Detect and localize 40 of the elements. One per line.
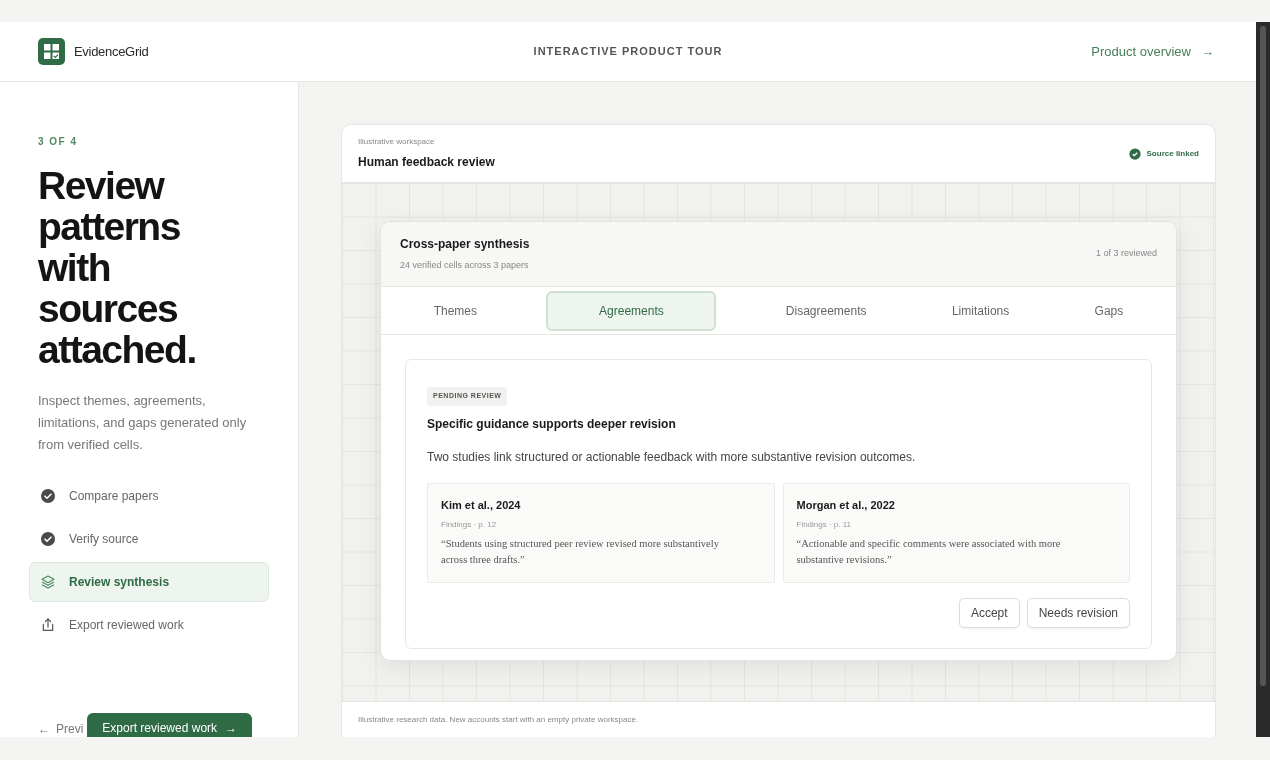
tour-step[interactable]: Review synthesis	[29, 562, 269, 602]
synthesis-tab[interactable]: Gaps	[1078, 290, 1140, 331]
synthesis-title: Cross-paper synthesis	[400, 236, 530, 254]
tour-step[interactable]: Export reviewed work	[29, 605, 269, 645]
step-counter: 3 OF 4	[38, 135, 79, 149]
source-location: Findings · p. 11	[796, 519, 853, 531]
export-button[interactable]: Export reviewed work →	[87, 713, 253, 737]
finding-title: Specific guidance supports deeper revision	[427, 415, 677, 433]
check-circle-icon	[40, 488, 56, 504]
source-citation: Morgan et al., 2022	[796, 497, 896, 513]
source-citation: Kim et al., 2024	[441, 497, 522, 513]
tour-step[interactable]: Compare papers	[29, 476, 269, 516]
workspace-caption: Illustrative workspace	[358, 136, 436, 148]
synthesis-tab[interactable]: Limitations	[935, 290, 1026, 331]
check-circle-icon	[1128, 147, 1141, 160]
source-status: Source linked	[1146, 147, 1199, 160]
source-quote: “Actionable and specific comments were associated with more substantive revisions.”	[796, 537, 1062, 567]
tour-step[interactable]: Verify source	[29, 519, 269, 559]
logo-icon	[38, 38, 65, 65]
check-circle-icon	[40, 531, 56, 547]
source-quote: “Students using structured peer review revised more substantively across three drafts.”	[441, 537, 720, 567]
layers-icon	[40, 574, 56, 590]
workspace-title: Human feedback review	[358, 154, 495, 171]
review-action-button[interactable]: Accept	[958, 598, 1020, 628]
synthesis-subtitle: 24 verified cells across 3 papers	[400, 259, 530, 273]
synthesis-tab[interactable]: Themes	[417, 290, 494, 331]
product-overview-link[interactable]: Product overview →	[798, 41, 1218, 62]
review-action-button[interactable]: Needs revision	[1026, 598, 1130, 628]
reviewed-count: 1 of 3 reviewed	[1095, 247, 1157, 261]
synthesis-tab[interactable]: Disagreements	[769, 290, 883, 331]
tour-description: Inspect themes, agreements, limitations, and gaps generated only from verified cells.	[38, 392, 248, 454]
tour-heading: Review patterns with sources attached.	[38, 165, 197, 370]
workspace-footnote: Illustrative research data. New accounts start with an empty private workspace.	[358, 713, 639, 726]
finding-summary: Two studies link structured or actionable feedback with more substantive revision outcomes.	[427, 448, 917, 466]
source-location: Findings · p. 12	[441, 519, 498, 531]
synthesis-tab[interactable]: Agreements	[546, 290, 717, 331]
brand-name: EvidenceGrid	[74, 42, 149, 61]
share-icon	[40, 617, 56, 633]
previous-link[interactable]: ← Previ	[38, 717, 84, 737]
page-title: INTERACTIVE PRODUCT TOUR	[533, 44, 723, 60]
